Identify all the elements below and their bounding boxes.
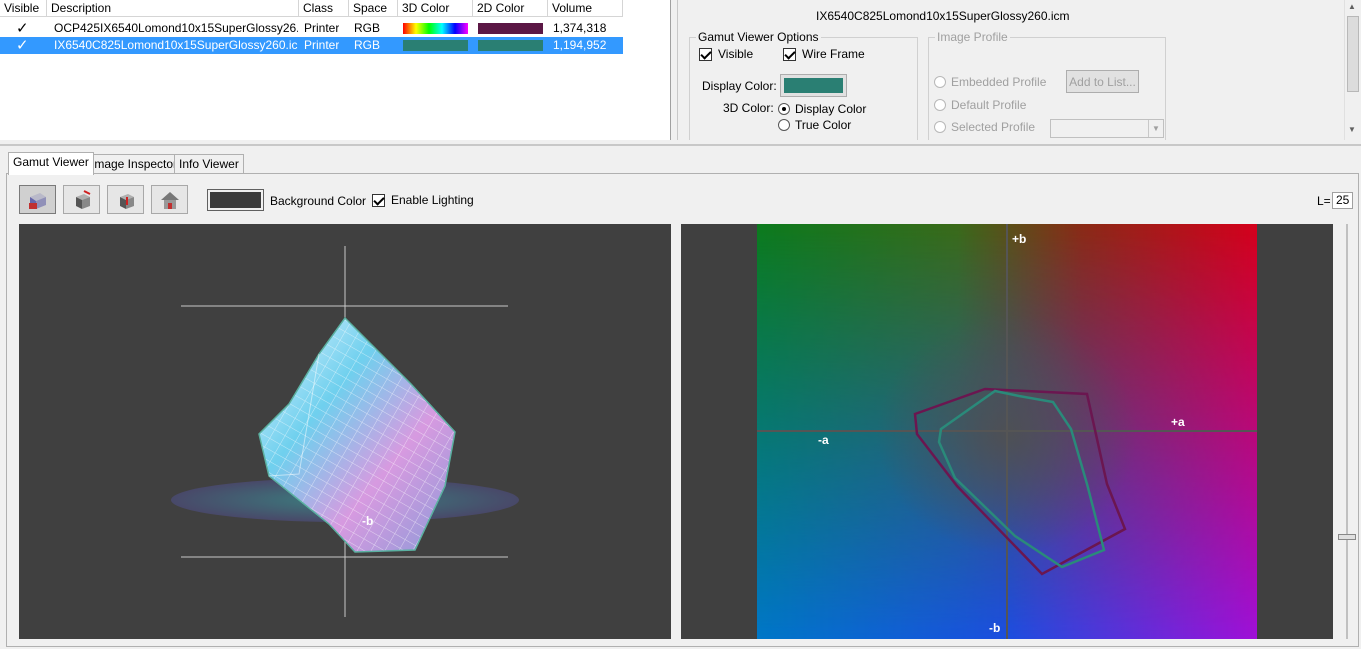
display-color-label: Display Color: <box>702 79 777 93</box>
col-space[interactable]: Space <box>349 0 398 17</box>
scroll-down-icon[interactable]: ▼ <box>1348 125 1356 134</box>
add-to-list-button[interactable]: Add to List... <box>1066 70 1139 93</box>
options-panel: IX6540C825Lomond10x15SuperGlossy260.icm … <box>677 0 1361 140</box>
radio-embedded-profile[interactable]: Embedded Profile <box>934 75 1046 89</box>
color2d-swatch[interactable] <box>478 40 543 51</box>
l-slider-thumb[interactable] <box>1338 534 1356 540</box>
radio-dot[interactable] <box>934 76 946 88</box>
cube-top-icon <box>75 189 90 209</box>
visible-checkbox[interactable]: Visible <box>699 47 753 61</box>
radio-dot[interactable] <box>934 121 946 133</box>
display-color-button[interactable] <box>780 74 847 97</box>
selected-profile-title: IX6540C825Lomond10x15SuperGlossy260.icm <box>816 9 1070 23</box>
radio-label: True Color <box>795 118 852 132</box>
row-space: RGB <box>354 21 381 35</box>
gamut-3d-canvas: -b <box>171 246 519 617</box>
profile-list[interactable]: Visible Description Class Space 3D Color… <box>0 0 671 140</box>
radio-label: Display Color <box>795 102 867 116</box>
selected-profile-dropdown[interactable]: ▼ <box>1050 119 1164 138</box>
radio-label: Selected Profile <box>951 120 1036 134</box>
enable-lighting-checkbox[interactable]: Enable Lighting <box>372 193 474 207</box>
top-view-button[interactable] <box>63 185 100 214</box>
l-slider-track[interactable] <box>1346 224 1348 639</box>
scroll-thumb[interactable] <box>1347 16 1359 92</box>
radio-dot[interactable] <box>778 103 790 115</box>
group-title: Image Profile <box>935 30 1010 44</box>
axis-label-plus-a: +a <box>1171 415 1185 429</box>
radio-dot[interactable] <box>778 119 790 131</box>
tab-gamut-viewer[interactable]: Gamut Viewer <box>8 152 94 175</box>
image-profile-group: Image Profile Embedded Profile Default P… <box>928 30 1166 140</box>
col-3d-color[interactable]: 3D Color <box>398 0 473 17</box>
checkbox-box[interactable] <box>783 47 796 61</box>
col-2d-color[interactable]: 2D Color <box>473 0 548 17</box>
group-title: Gamut Viewer Options <box>696 30 821 44</box>
col-visible[interactable]: Visible <box>0 0 47 17</box>
rotate-view-button[interactable] <box>19 185 56 214</box>
tab-strip: Gamut Viewer Image Inspector Info Viewer <box>0 144 1361 175</box>
color3d-swatch[interactable] <box>403 23 468 34</box>
home-icon <box>160 191 179 209</box>
row-volume: 1,194,952 <box>553 38 607 52</box>
gamut-3d-view[interactable]: -b <box>19 224 671 639</box>
cube-icon <box>28 192 46 209</box>
list-item[interactable]: ✓ IX6540C825Lomond10x15SuperGlossy260.ic… <box>0 37 623 54</box>
visible-label: Visible <box>718 47 754 61</box>
color3d-swatch[interactable] <box>403 40 468 51</box>
enable-lighting-label: Enable Lighting <box>391 193 474 207</box>
col-volume[interactable]: Volume <box>548 0 623 17</box>
row-volume: 1,374,318 <box>553 21 607 35</box>
l-value-field[interactable]: 25 <box>1332 192 1353 209</box>
axis-label-minus-b: -b <box>362 514 373 528</box>
row-class: Printer <box>304 21 340 35</box>
radio-display-color[interactable]: Display Color <box>778 102 866 116</box>
row-class: Printer <box>304 38 340 52</box>
color2d-swatch[interactable] <box>478 23 543 34</box>
radio-default-profile[interactable]: Default Profile <box>934 98 1026 112</box>
row-description: OCP425IX6540Lomond10x15SuperGlossy26... <box>54 21 298 35</box>
col-description[interactable]: Description <box>47 0 299 17</box>
home-view-button[interactable] <box>151 185 188 214</box>
wireframe-label: Wire Frame <box>802 47 865 61</box>
color3d-label: 3D Color: <box>723 101 774 115</box>
tab-info-viewer[interactable]: Info Viewer <box>174 154 244 174</box>
axis-label-plus-b: +b <box>1012 232 1027 246</box>
checkbox-box[interactable] <box>699 47 712 61</box>
checkbox-box[interactable] <box>372 193 385 207</box>
scroll-up-icon[interactable]: ▲ <box>1348 2 1356 11</box>
axis-label-minus-a: -a <box>818 433 829 447</box>
radio-true-color[interactable]: True Color <box>778 118 851 132</box>
list-header: Visible Description Class Space 3D Color… <box>0 0 623 17</box>
radio-dot[interactable] <box>934 99 946 111</box>
l-label: L= <box>1317 194 1331 208</box>
ab-plane-canvas <box>757 224 1257 639</box>
list-item[interactable]: ✓ OCP425IX6540Lomond10x15SuperGlossy26..… <box>0 20 623 37</box>
wireframe-checkbox[interactable]: Wire Frame <box>783 47 865 61</box>
gamut-viewer-options-group: Gamut Viewer Options Visible Wire Frame … <box>689 30 918 140</box>
radio-label: Default Profile <box>951 98 1027 112</box>
gamut-2d-view[interactable]: +b -b +a -a <box>681 224 1333 639</box>
visible-check[interactable]: ✓ <box>16 21 29 36</box>
axis-label-minus-b: -b <box>989 621 1001 635</box>
tab-image-inspector[interactable]: Image Inspector <box>86 154 183 174</box>
display-color-swatch <box>784 78 843 93</box>
radio-selected-profile[interactable]: Selected Profile <box>934 120 1035 134</box>
row-space: RGB <box>354 38 381 52</box>
background-color-button[interactable] <box>207 189 264 211</box>
side-view-button[interactable] <box>107 185 144 214</box>
background-color-label: Background Color <box>270 194 367 208</box>
visible-check[interactable]: ✓ <box>16 38 29 53</box>
radio-label: Embedded Profile <box>951 75 1047 89</box>
options-scrollbar[interactable]: ▲ ▼ <box>1344 0 1361 140</box>
col-class[interactable]: Class <box>299 0 349 17</box>
chevron-down-icon: ▼ <box>1148 120 1163 137</box>
cube-side-icon <box>119 193 134 209</box>
row-description: IX6540C825Lomond10x15SuperGlossy260.ic..… <box>54 38 298 52</box>
